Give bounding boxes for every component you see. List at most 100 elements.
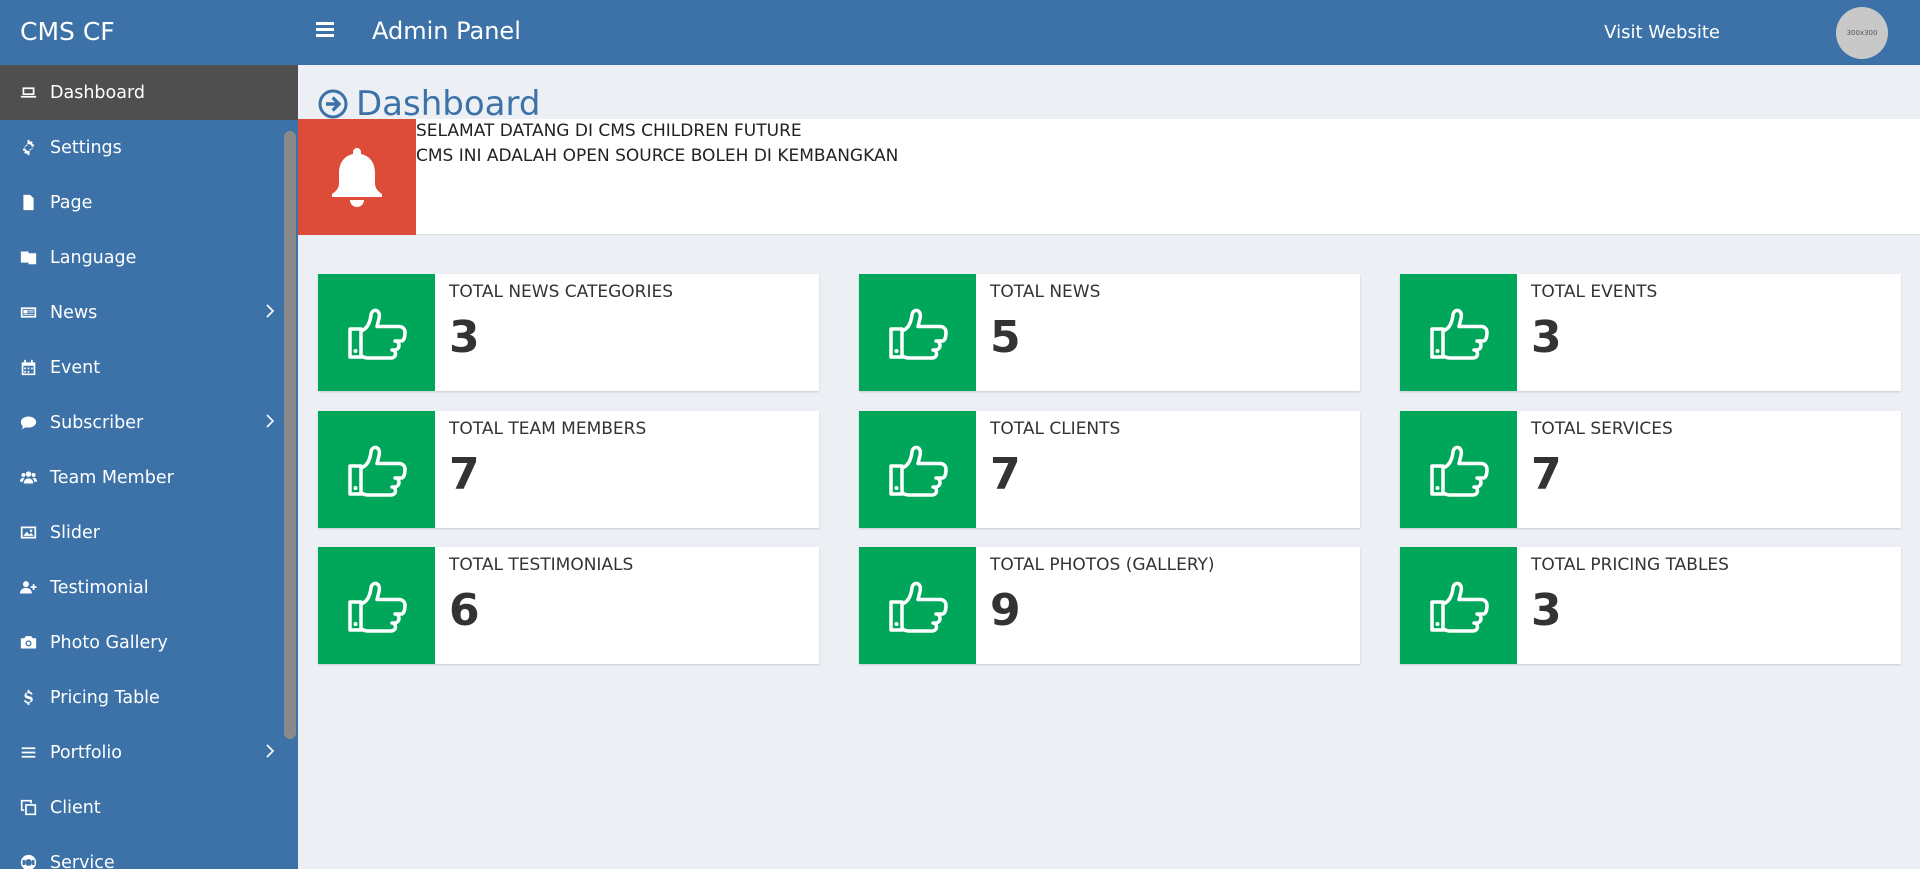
sidebar-item-settings[interactable]: Settings [0, 120, 298, 175]
stat-box-clients[interactable]: TOTAL CLIENTS 7 [859, 411, 1360, 528]
newspaper-icon [20, 304, 50, 321]
chevron-right-icon [266, 304, 274, 318]
sidebar-item-pricing-table[interactable]: Pricing Table [0, 670, 298, 725]
file-icon [20, 194, 50, 211]
sidebar-item-testimonial[interactable]: Testimonial [0, 560, 298, 615]
thumbs-up-icon [318, 274, 435, 391]
sidebar: Dashboard Settings Page Language News Ev… [0, 65, 298, 869]
sidebar-item-portfolio[interactable]: Portfolio [0, 725, 298, 780]
stat-value: 7 [990, 449, 1021, 500]
language-icon [20, 249, 50, 266]
sidebar-item-slider[interactable]: Slider [0, 505, 298, 560]
stat-box-events[interactable]: TOTAL EVENTS 3 [1400, 274, 1901, 391]
sidebar-item-label: News [50, 302, 98, 323]
stat-box-news[interactable]: TOTAL NEWS 5 [859, 274, 1360, 391]
sidebar-item-label: Photo Gallery [50, 632, 168, 653]
stat-label: TOTAL TESTIMONIALS [449, 555, 634, 575]
user-avatar[interactable]: 300x300 [1836, 7, 1888, 59]
stat-value: 3 [1531, 312, 1562, 363]
sidebar-item-label: Testimonial [50, 577, 149, 598]
thumbs-up-icon [859, 411, 976, 528]
sidebar-item-label: Dashboard [50, 82, 145, 103]
visit-website-link[interactable]: Visit Website [1604, 0, 1720, 65]
stat-box-testimonials[interactable]: TOTAL TESTIMONIALS 6 [318, 547, 819, 664]
thumbs-up-icon [859, 274, 976, 391]
sidebar-item-label: Client [50, 797, 101, 818]
sidebar-item-team-member[interactable]: Team Member [0, 450, 298, 505]
thumbs-up-icon [318, 547, 435, 664]
sidebar-item-label: Settings [50, 137, 122, 158]
main-content: Dashboard SELAMAT DATANG DI CMS CHILDREN… [298, 65, 1920, 869]
sidebar-item-label: Event [50, 357, 101, 378]
page-title-text: Dashboard [356, 84, 541, 124]
sidebar-item-label: Service [50, 852, 115, 869]
sidebar-item-client[interactable]: Client [0, 780, 298, 835]
dollar-icon [20, 689, 50, 706]
comment-icon [20, 414, 50, 431]
menu-toggle-icon[interactable] [316, 22, 334, 40]
top-navbar: CMS CF Admin Panel Visit Website 300x300 [0, 0, 1920, 65]
sidebar-item-photo-gallery[interactable]: Photo Gallery [0, 615, 298, 670]
welcome-callout: SELAMAT DATANG DI CMS CHILDREN FUTURE CM… [298, 119, 1920, 235]
bars-icon [20, 744, 50, 761]
stat-box-news-categories[interactable]: TOTAL NEWS CATEGORIES 3 [318, 274, 819, 391]
stat-value: 6 [449, 585, 480, 636]
sidebar-scrollbar[interactable] [284, 131, 296, 739]
sidebar-item-dashboard[interactable]: Dashboard [0, 65, 298, 120]
sidebar-item-label: Pricing Table [50, 687, 160, 708]
thumbs-up-icon [318, 411, 435, 528]
sidebar-item-event[interactable]: Event [0, 340, 298, 395]
stat-label: TOTAL SERVICES [1531, 419, 1673, 439]
welcome-line-1: SELAMAT DATANG DI CMS CHILDREN FUTURE [416, 121, 802, 141]
stat-label: TOTAL CLIENTS [990, 419, 1121, 439]
stat-box-pricing-tables[interactable]: TOTAL PRICING TABLES 3 [1400, 547, 1901, 664]
laptop-icon [20, 84, 50, 101]
thumbs-up-icon [859, 547, 976, 664]
panel-title: Admin Panel [372, 17, 521, 45]
bell-icon [298, 119, 416, 235]
thumbs-up-icon [1400, 274, 1517, 391]
sidebar-item-language[interactable]: Language [0, 230, 298, 285]
arrow-circle-right-icon [318, 89, 348, 119]
image-icon [20, 524, 50, 541]
thumbs-up-icon [1400, 547, 1517, 664]
welcome-line-2: CMS INI ADALAH OPEN SOURCE BOLEH DI KEMB… [416, 146, 899, 166]
stat-value: 7 [449, 449, 480, 500]
sidebar-item-label: Portfolio [50, 742, 122, 763]
clone-icon [20, 799, 50, 816]
chevron-right-icon [266, 414, 274, 428]
sidebar-item-label: Page [50, 192, 93, 213]
stat-label: TOTAL NEWS CATEGORIES [449, 282, 674, 302]
stat-label: TOTAL EVENTS [1531, 282, 1658, 302]
sidebar-item-label: Subscriber [50, 412, 144, 433]
camera-icon [20, 634, 50, 651]
sidebar-item-news[interactable]: News [0, 285, 298, 340]
stat-label: TOTAL PRICING TABLES [1531, 555, 1729, 575]
sidebar-item-page[interactable]: Page [0, 175, 298, 230]
stat-value: 7 [1531, 449, 1562, 500]
gear-icon [20, 139, 50, 156]
sidebar-item-label: Slider [50, 522, 100, 543]
calendar-icon [20, 359, 50, 376]
stat-value: 5 [990, 312, 1021, 363]
users-icon [20, 469, 50, 486]
brand-logo[interactable]: CMS CF [20, 0, 115, 65]
stat-value: 3 [449, 312, 480, 363]
sidebar-item-service[interactable]: Service [0, 835, 298, 869]
sidebar-item-subscriber[interactable]: Subscriber [0, 395, 298, 450]
sidebar-item-label: Team Member [50, 467, 174, 488]
stat-label: TOTAL NEWS [990, 282, 1101, 302]
chevron-right-icon [266, 744, 274, 758]
sidebar-item-label: Language [50, 247, 137, 268]
stat-box-photos[interactable]: TOTAL PHOTOS (GALLERY) 9 [859, 547, 1360, 664]
page-title: Dashboard [318, 84, 540, 124]
stat-label: TOTAL TEAM MEMBERS [449, 419, 647, 439]
stat-value: 9 [990, 585, 1021, 636]
life-ring-icon [20, 854, 50, 869]
stat-value: 3 [1531, 585, 1562, 636]
stat-box-services[interactable]: TOTAL SERVICES 7 [1400, 411, 1901, 528]
stat-label: TOTAL PHOTOS (GALLERY) [990, 555, 1215, 575]
user-plus-icon [20, 579, 50, 596]
stat-box-team-members[interactable]: TOTAL TEAM MEMBERS 7 [318, 411, 819, 528]
thumbs-up-icon [1400, 411, 1517, 528]
